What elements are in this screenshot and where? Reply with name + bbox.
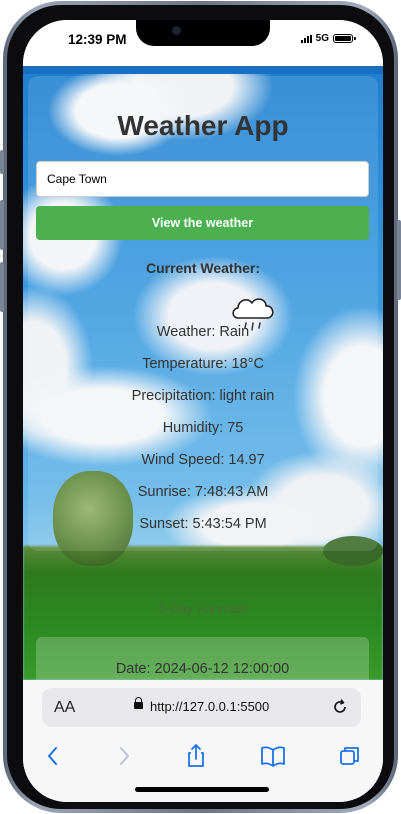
weather-card: [28, 76, 378, 551]
reload-icon[interactable]: [331, 698, 349, 716]
share-icon[interactable]: [182, 742, 210, 770]
status-indicators: 5G: [300, 33, 356, 44]
dynamic-island: [136, 20, 270, 46]
power-button: [397, 220, 401, 300]
web-content[interactable]: Weather App View the weather Current Wea…: [23, 66, 383, 680]
bookmarks-icon[interactable]: [259, 742, 287, 770]
volume-up-button: [0, 200, 4, 250]
sunset-value: Sunset: 5:43:54 PM: [139, 516, 267, 532]
tabs-icon[interactable]: [336, 742, 364, 770]
current-weather-heading: Current Weather:: [145, 260, 261, 276]
forward-icon[interactable]: [110, 742, 138, 770]
volume-down-button: [0, 262, 4, 312]
view-weather-button[interactable]: View the weather: [36, 206, 369, 240]
lock-icon: [134, 697, 143, 709]
forecast-date: Date: 2024-06-12 12:00:00: [115, 661, 290, 677]
temperature-value: Temperature: 18°C: [142, 356, 264, 372]
screen: 12:39 PM 5G Weather App View the weather…: [23, 20, 383, 802]
home-indicator: [135, 787, 269, 792]
network-type: 5G: [315, 33, 329, 44]
camera-icon: [172, 26, 181, 35]
page-top-stripe: [23, 66, 383, 74]
forecast-item: Date: 2024-06-12 12:00:00: [36, 637, 369, 680]
url-text[interactable]: http://127.0.0.1:5500: [150, 699, 269, 714]
wind-speed-value: Wind Speed: 14.97: [141, 452, 265, 468]
sunrise-value: Sunrise: 7:48:43 AM: [137, 484, 269, 500]
precipitation-value: Precipitation: light rain: [131, 388, 275, 404]
text-size-label: AA: [54, 699, 76, 716]
page-title: Weather App: [117, 110, 289, 141]
humidity-value: Humidity: 75: [162, 420, 244, 436]
signal-icon: [300, 34, 312, 43]
browser-chrome: AA http://127.0.0.1:5500: [23, 680, 383, 802]
weather-condition: Weather: Rain: [156, 324, 250, 340]
battery-icon: [333, 34, 356, 43]
forecast-heading: 5-Day Forecast: [158, 601, 248, 616]
status-time: 12:39 PM: [68, 32, 127, 47]
city-input[interactable]: [36, 161, 369, 197]
text-size-button[interactable]: AA: [54, 699, 75, 717]
address-bar[interactable]: AA http://127.0.0.1:5500: [42, 688, 361, 727]
browser-toolbar: [23, 738, 383, 774]
status-bar: 12:39 PM 5G: [23, 20, 383, 66]
back-icon[interactable]: [39, 742, 67, 770]
action-button: [0, 150, 4, 174]
